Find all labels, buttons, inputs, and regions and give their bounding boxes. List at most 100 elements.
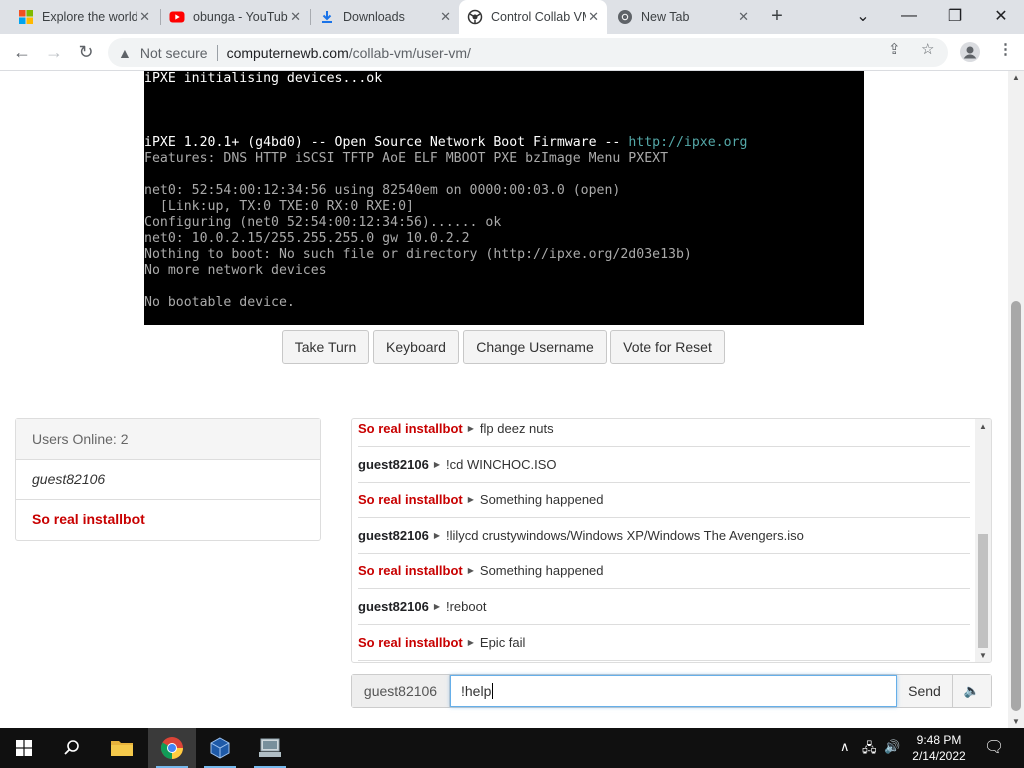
keyboard-button[interactable]: Keyboard: [373, 330, 459, 364]
back-icon[interactable]: ←: [11, 42, 33, 64]
console-line: iPXE 1.20.1+ (g4bd0) -- Open Source Netw…: [144, 135, 748, 150]
ipxe-link: http://ipxe.org: [628, 135, 748, 150]
chrome-icon: [161, 737, 183, 759]
address-bar[interactable]: ▲ Not secure computernewb.com/collab-vm/…: [108, 38, 948, 67]
page-content: iPXE initialising devices...ok iPXE 1.20.…: [0, 71, 1008, 728]
close-tab-icon[interactable]: ✕: [588, 9, 599, 25]
close-window-button[interactable]: ✕: [978, 0, 1024, 32]
console-line: Nothing to boot: No such file or directo…: [144, 247, 692, 262]
tab-youtube[interactable]: obunga - YouTube ✕: [161, 0, 309, 34]
reload-icon[interactable]: ↻: [75, 42, 97, 64]
arrow-icon: ▶: [433, 530, 440, 540]
console-line: net0: 10.0.2.15/255.255.255.0 gw 10.0.2.…: [144, 231, 470, 246]
network-icon[interactable]: 🖧: [862, 739, 877, 761]
close-tab-icon[interactable]: ✕: [290, 9, 301, 25]
chrome-icon: [618, 10, 632, 24]
chat-message-text: Something happened: [479, 563, 604, 579]
user-list-item[interactable]: guest82106: [16, 460, 320, 500]
warning-icon[interactable]: ▲: [118, 45, 132, 61]
volume-tray-icon[interactable]: 🔊: [884, 739, 900, 755]
start-button[interactable]: [0, 728, 48, 768]
arrow-icon: ▶: [467, 637, 474, 647]
search-icon: [64, 740, 79, 755]
tab-search-icon[interactable]: ⌄: [840, 0, 886, 32]
chrome-taskbar-button[interactable]: [148, 728, 196, 768]
chat-message-username: So real installbot: [358, 563, 463, 579]
chat-message-text: flp deez nuts: [479, 421, 554, 436]
users-online-panel: Users Online: 2 guest82106 So real insta…: [15, 418, 321, 541]
new-tab-button[interactable]: +: [766, 5, 788, 28]
chat-message: So real installbot ▶ Something happened: [358, 553, 970, 590]
tab-title: Downloads: [343, 10, 405, 24]
windows-logo-icon: [16, 740, 32, 756]
close-tab-icon[interactable]: ✕: [440, 9, 451, 25]
close-tab-icon[interactable]: ✕: [139, 9, 150, 25]
not-secure-label[interactable]: Not secure: [140, 45, 208, 61]
users-online-header: Users Online: 2: [16, 419, 320, 460]
vm-screen[interactable]: iPXE initialising devices...ok iPXE 1.20.…: [144, 71, 864, 325]
file-explorer-taskbar-button[interactable]: [98, 728, 146, 768]
page-scrollbar[interactable]: ▲ ▼: [1008, 71, 1024, 728]
chat-message: So real installbot ▶ Something happened: [358, 482, 970, 519]
chat-message: So real installbot ▶ flp deez nuts: [358, 419, 970, 447]
tab-strip: Explore the world ✕ obunga - YouTube ✕ D…: [0, 0, 1024, 34]
chat-message-text: Something happened: [479, 492, 604, 508]
volume-icon[interactable]: 🔈: [953, 675, 991, 707]
arrow-icon: ▶: [433, 459, 440, 469]
virtualbox-icon: [210, 737, 230, 759]
console-line: net0: 52:54:00:12:34:56 using 82540em on…: [144, 183, 621, 198]
console-line: Configuring (net0 52:54:00:12:34:56)....…: [144, 215, 502, 230]
tab-title: Explore the world: [42, 10, 137, 24]
chat-message-username: So real installbot: [358, 634, 463, 650]
chat-scrollbar[interactable]: ▲ ▼: [975, 419, 991, 662]
restore-button[interactable]: ❐: [932, 0, 978, 32]
chat-message: guest82106 ▶ !reboot: [358, 589, 970, 625]
bookmark-star-icon[interactable]: ☆: [921, 40, 934, 58]
console-line: iPXE initialising devices...ok: [144, 71, 383, 86]
profile-avatar-icon[interactable]: [960, 42, 980, 62]
chat-message-text: !cd WINCHOC.ISO: [445, 456, 557, 472]
share-icon[interactable]: ⇪: [888, 40, 901, 58]
browser-toolbar: ← → ↻ ▲ Not secure computernewb.com/coll…: [0, 34, 1024, 71]
url-text[interactable]: computernewb.com/collab-vm/user-vm/: [227, 45, 471, 61]
system-clock[interactable]: 9:48 PM 2/14/2022: [900, 732, 978, 764]
chat-message-username: So real installbot: [358, 421, 463, 436]
tab-new-tab[interactable]: New Tab ✕: [609, 0, 757, 34]
app-taskbar-button[interactable]: [246, 728, 294, 768]
notifications-icon[interactable]: 🗨: [984, 737, 1004, 757]
chat-message: guest82106 ▶ !lilycd crustywindows/Windows…: [358, 518, 970, 554]
chat-username-label: guest82106: [352, 675, 450, 707]
chat-input-bar: guest82106 !help Send 🔈: [351, 674, 992, 708]
chat-message-text: Epic fail: [479, 634, 526, 650]
minimize-button[interactable]: —: [886, 0, 932, 32]
chat-message-username: So real installbot: [358, 492, 463, 508]
chat-message: guest82106 ▶ !cd WINCHOC.ISO: [358, 447, 970, 483]
arrow-icon: ▶: [433, 602, 440, 611]
console-line: No bootable device.: [144, 295, 295, 310]
send-button[interactable]: Send: [897, 675, 953, 707]
take-turn-button[interactable]: Take Turn: [282, 330, 369, 364]
close-tab-icon[interactable]: ✕: [738, 9, 749, 25]
chat-message-text: !reboot: [445, 599, 487, 614]
chat-message-username: guest82106: [358, 456, 429, 472]
chat-message-username: guest82106: [358, 527, 429, 543]
arrow-icon: ▶: [467, 495, 474, 505]
chat-input[interactable]: !help: [450, 675, 897, 707]
tab-title: obunga - YouTube: [193, 10, 288, 24]
tab-collab-vm[interactable]: Control Collab VM ✕: [459, 0, 607, 34]
virtualbox-taskbar-button[interactable]: [196, 728, 244, 768]
menu-kebab-icon[interactable]: ⋮: [998, 40, 1013, 58]
tab-explore[interactable]: Explore the world ✕: [10, 0, 158, 34]
search-button[interactable]: [48, 728, 96, 768]
console-line: No more network devices: [144, 263, 327, 278]
tab-downloads[interactable]: Downloads ✕: [311, 0, 459, 34]
vote-reset-button[interactable]: Vote for Reset: [610, 330, 725, 364]
youtube-icon: [169, 11, 185, 23]
forward-icon[interactable]: →: [43, 42, 65, 64]
change-username-button[interactable]: Change Username: [463, 330, 607, 364]
user-list-item[interactable]: So real installbot: [16, 500, 320, 540]
chat-message: So real installbot ▶ Epic fail: [358, 625, 970, 661]
show-hidden-icons-icon[interactable]: ∧: [840, 739, 850, 755]
